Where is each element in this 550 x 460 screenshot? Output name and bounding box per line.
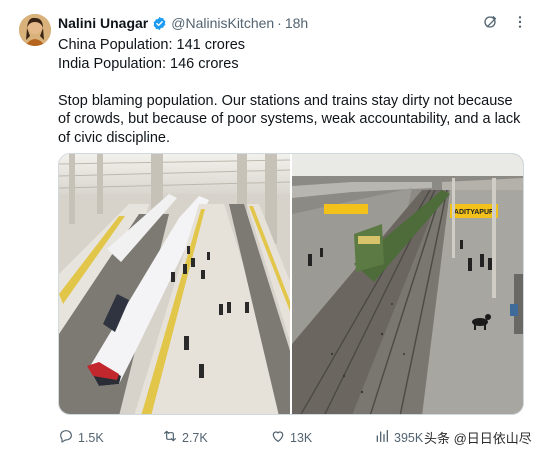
repost-count: 2.7K bbox=[182, 430, 208, 445]
grok-icon[interactable] bbox=[482, 14, 498, 30]
repost-icon bbox=[162, 428, 178, 447]
tweet-line-india: India Population: 146 crores bbox=[58, 55, 239, 72]
separator-dot: · bbox=[277, 15, 282, 31]
watermark: 头条 @日日依山尽 bbox=[424, 431, 532, 446]
station-sign: ADITYAPUR bbox=[454, 209, 494, 216]
tweet-header: Nalini Unagar @NalinisKitchen · 18h bbox=[58, 15, 308, 31]
tweet-top-actions bbox=[482, 14, 528, 30]
photo-china-station-icon bbox=[59, 154, 290, 414]
media-photo-china[interactable] bbox=[59, 154, 290, 414]
views-button[interactable]: 395K bbox=[374, 428, 423, 447]
reply-count: 1.5K bbox=[78, 430, 104, 445]
analytics-icon bbox=[374, 428, 390, 447]
photo-india-station-icon: ADITYAPUR bbox=[292, 154, 523, 414]
reply-icon bbox=[58, 428, 74, 447]
reply-button[interactable]: 1.5K bbox=[58, 428, 104, 447]
tweet-media: ADITYAPUR bbox=[58, 153, 524, 415]
author-name[interactable]: Nalini Unagar bbox=[58, 15, 148, 31]
tweet-timestamp[interactable]: 18h bbox=[285, 15, 308, 31]
like-count: 13K bbox=[290, 430, 313, 445]
heart-icon bbox=[270, 428, 286, 447]
views-count: 395K bbox=[394, 430, 424, 445]
repost-button[interactable]: 2.7K bbox=[162, 428, 208, 447]
like-button[interactable]: 13K bbox=[270, 428, 312, 447]
tweet-text: China Population: 141 crores India Popul… bbox=[58, 36, 528, 147]
more-options-icon[interactable] bbox=[512, 14, 528, 30]
tweet-line-china: China Population: 141 crores bbox=[58, 37, 246, 53]
media-photo-india[interactable]: ADITYAPUR bbox=[292, 154, 523, 414]
avatar[interactable] bbox=[19, 14, 51, 46]
avatar-image bbox=[19, 14, 51, 46]
author-handle[interactable]: @NalinisKitchen bbox=[171, 15, 274, 31]
verified-badge-icon bbox=[152, 16, 167, 31]
tweet-paragraph: Stop blaming population. Our stations an… bbox=[58, 92, 521, 146]
